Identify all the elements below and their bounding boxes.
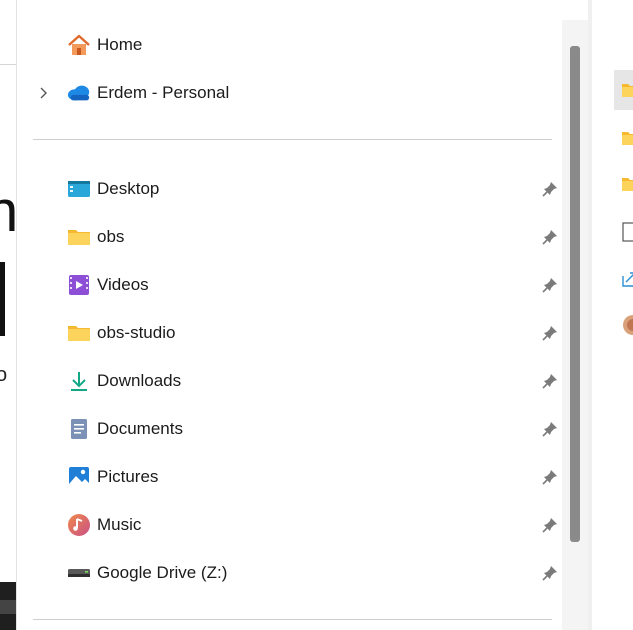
- pin-icon[interactable]: [541, 228, 559, 246]
- folder-icon: [67, 322, 91, 344]
- pin-icon[interactable]: [541, 516, 559, 534]
- music-icon: [67, 514, 91, 536]
- nav-item-desktop[interactable]: Desktop: [17, 169, 563, 209]
- nav-item-google-drive[interactable]: Google Drive (Z:): [17, 553, 563, 593]
- nav-item-label: Erdem - Personal: [97, 83, 230, 102]
- avatar-icon[interactable]: [622, 314, 633, 341]
- nav-item-label: Pictures: [97, 467, 159, 486]
- desktop-icon: [67, 178, 91, 200]
- nav-item-pictures[interactable]: Pictures: [17, 457, 563, 497]
- background-dark-strip: [0, 600, 16, 614]
- pin-icon[interactable]: [541, 372, 559, 390]
- pin-icon[interactable]: [541, 420, 559, 438]
- folder-icon[interactable]: [622, 130, 633, 151]
- section-divider: [33, 619, 552, 620]
- nav-item-label: Downloads: [97, 371, 182, 390]
- chevron-right-icon[interactable]: [35, 85, 51, 101]
- background-divider: [0, 64, 16, 65]
- folder-icon[interactable]: [622, 82, 633, 103]
- nav-item-obs-studio[interactable]: obs-studio: [17, 313, 563, 353]
- section-divider: [33, 139, 552, 140]
- folder-icon[interactable]: [622, 176, 633, 197]
- content-pane: [592, 0, 633, 630]
- nav-item-obs[interactable]: obs: [17, 217, 563, 257]
- documents-icon: [67, 418, 91, 440]
- background-bar: [0, 262, 5, 336]
- background-window-edge: ns o: [0, 0, 16, 630]
- home-icon: [67, 34, 91, 56]
- nav-item-home[interactable]: Home: [17, 25, 563, 65]
- nav-item-onedrive[interactable]: Erdem - Personal: [17, 73, 563, 113]
- nav-item-label: Music: [97, 515, 142, 534]
- background-text: o: [0, 364, 8, 386]
- shortcut-icon[interactable]: [622, 268, 633, 293]
- nav-item-videos[interactable]: Videos: [17, 265, 563, 305]
- background-glyph: ns: [0, 178, 16, 245]
- nav-item-label: obs-studio: [97, 323, 176, 342]
- folder-icon: [67, 226, 91, 248]
- nav-item-music[interactable]: Music: [17, 505, 563, 545]
- pin-icon[interactable]: [541, 564, 559, 582]
- nav-item-label: obs: [97, 227, 125, 246]
- pin-icon[interactable]: [541, 324, 559, 342]
- nav-item-label: Google Drive (Z:): [97, 563, 228, 582]
- scrollbar-thumb[interactable]: [570, 46, 580, 542]
- downloads-icon: [67, 370, 91, 392]
- nav-item-label: Documents: [97, 419, 183, 438]
- file-icon[interactable]: [622, 222, 633, 247]
- pin-icon[interactable]: [541, 276, 559, 294]
- pin-icon[interactable]: [541, 468, 559, 486]
- videos-icon: [67, 274, 91, 296]
- nav-item-documents[interactable]: Documents: [17, 409, 563, 449]
- onedrive-cloud-icon: [67, 82, 91, 104]
- nav-item-label: Home: [97, 35, 143, 54]
- pictures-icon: [67, 466, 91, 488]
- drive-icon: [67, 562, 91, 584]
- pin-icon[interactable]: [541, 180, 559, 198]
- navigation-pane: Home Erdem - Personal Desktop obs Videos…: [16, 0, 563, 630]
- nav-item-label: Videos: [97, 275, 149, 294]
- nav-item-label: Desktop: [97, 179, 160, 198]
- nav-item-downloads[interactable]: Downloads: [17, 361, 563, 401]
